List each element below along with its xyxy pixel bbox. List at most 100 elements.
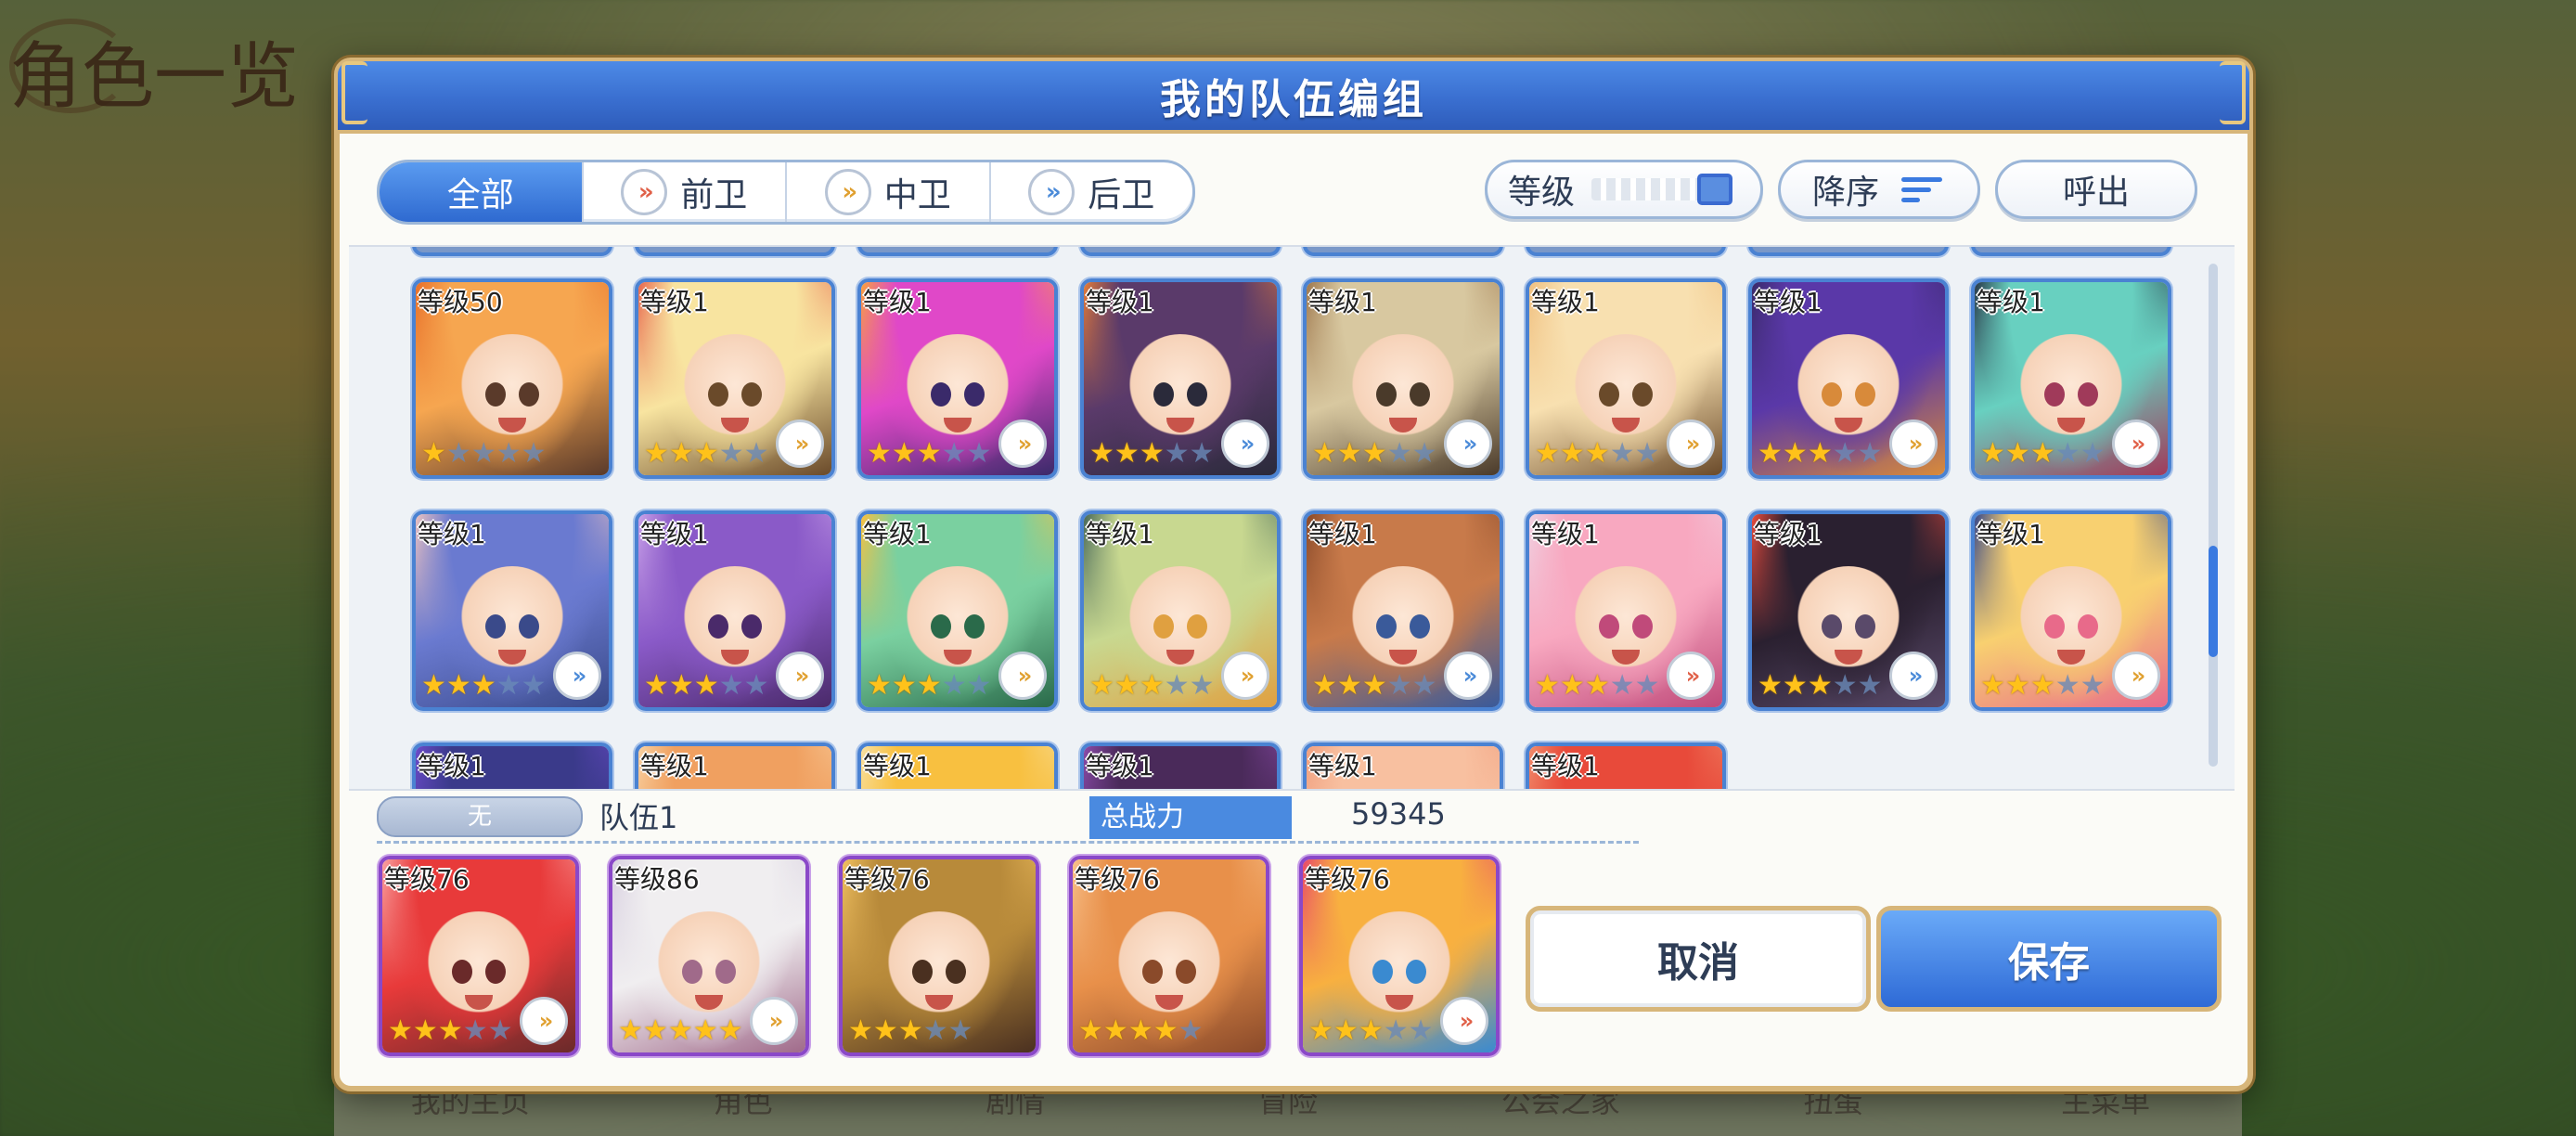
character-card-partial[interactable]: [1748, 247, 1949, 256]
save-button[interactable]: 保存: [1876, 906, 2222, 1012]
star-icon: ★: [1782, 437, 1808, 470]
character-eye: [451, 960, 472, 985]
star-icon: ★: [966, 437, 992, 470]
character-card[interactable]: 等级1 ★ ★ ★ ★ ★»: [1748, 510, 1949, 711]
character-card[interactable]: 等级50 ★ ★ ★ ★ ★: [412, 278, 612, 479]
character-card[interactable]: 等级1: [1303, 742, 1503, 789]
star-icon: ★: [1758, 669, 1783, 702]
character-card-partial[interactable]: [1303, 247, 1503, 256]
tab-back[interactable]: » 后卫: [991, 162, 1193, 222]
front-position-icon: »: [2112, 420, 2160, 468]
character-card[interactable]: 等级1: [1526, 742, 1726, 789]
character-level: 等级1: [1531, 519, 1600, 549]
star-icon: ★: [668, 669, 694, 702]
star-icon: ★: [1336, 669, 1362, 702]
character-card[interactable]: 等级1: [857, 742, 1058, 789]
tab-label: 前卫: [680, 176, 748, 214]
star-icon: ★: [1089, 437, 1114, 470]
sort-by-dropdown[interactable]: 等级: [1485, 160, 1763, 219]
star-icon: ★: [1089, 669, 1114, 702]
character-eye: [911, 960, 933, 985]
team-member-card[interactable]: 等级76 ★ ★ ★ ★ ★: [1069, 856, 1269, 1056]
character-level: 等级1: [863, 751, 932, 781]
star-icon: ★: [2054, 669, 2080, 702]
team-member-card[interactable]: 等级86 ★ ★ ★ ★ ★»: [609, 856, 809, 1056]
character-card[interactable]: 等级1 ★ ★ ★ ★ ★»: [412, 510, 612, 711]
back-position-icon: »: [1221, 420, 1269, 468]
position-filter-tabs: 全部 » 前卫 » 中卫 » 后卫: [377, 160, 1195, 225]
character-card[interactable]: 等级1 ★ ★ ★ ★ ★»: [1748, 278, 1949, 479]
star-rating: ★ ★ ★ ★ ★: [388, 1017, 513, 1045]
character-card-partial[interactable]: [857, 247, 1058, 256]
grid-scrollbar[interactable]: [2209, 264, 2218, 767]
character-grid[interactable]: 等级50 ★ ★ ★ ★ ★ 等级1 ★ ★ ★ ★ ★» 等级1 ★ ★ ★ ★ ★» 等级1 ★ ★ ★ ★ ★» 等级1 ★…: [349, 245, 2235, 791]
character-level: 等级76: [1305, 864, 1390, 895]
character-card[interactable]: 等级1: [412, 742, 612, 789]
character-level: 等级1: [1977, 519, 2045, 549]
team-divider: [377, 841, 1639, 844]
character-card[interactable]: 等级1 ★ ★ ★ ★ ★»: [1080, 510, 1281, 711]
star-icon: ★: [1609, 437, 1635, 470]
character-card[interactable]: 等级1 ★ ★ ★ ★ ★»: [1303, 278, 1503, 479]
team-member-card[interactable]: 等级76 ★ ★ ★ ★ ★: [839, 856, 1039, 1056]
star-icon: ★: [1358, 1014, 1384, 1047]
character-card-partial[interactable]: [412, 247, 612, 256]
character-card[interactable]: 等级1: [635, 742, 835, 789]
tab-all[interactable]: 全部: [380, 162, 584, 222]
mid-position-icon: »: [1667, 420, 1715, 468]
order-label: 降序: [1812, 174, 1880, 212]
character-card[interactable]: 等级1 ★ ★ ★ ★ ★»: [1971, 278, 2171, 479]
character-card[interactable]: 等级1 ★ ★ ★ ★ ★»: [1526, 510, 1726, 711]
star-icon: ★: [1153, 1014, 1179, 1047]
star-icon: ★: [668, 437, 694, 470]
character-card[interactable]: 等级1: [1080, 742, 1281, 789]
character-card[interactable]: 等级1 ★ ★ ★ ★ ★»: [1303, 510, 1503, 711]
star-icon: ★: [1807, 437, 1833, 470]
team-edit-dialog: 我的队伍编组 全部 » 前卫 » 中卫 » 后卫 等级 降序 呼出 等级50 ★…: [334, 58, 2253, 1091]
character-card[interactable]: 等级1 ★ ★ ★ ★ ★»: [857, 278, 1058, 479]
call-team-button[interactable]: 呼出: [1995, 160, 2197, 219]
character-card[interactable]: 等级1 ★ ★ ★ ★ ★»: [857, 510, 1058, 711]
character-card-partial[interactable]: [1526, 247, 1726, 256]
character-card-partial[interactable]: [1971, 247, 2171, 256]
tab-front[interactable]: » 前卫: [584, 162, 787, 222]
team-member-card[interactable]: 等级76 ★ ★ ★ ★ ★»: [1299, 856, 1500, 1056]
sort-order-button[interactable]: 降序: [1778, 160, 1980, 219]
star-icon: ★: [644, 437, 669, 470]
character-level: 等级1: [863, 287, 932, 317]
star-icon: ★: [1312, 437, 1337, 470]
character-eye: [2043, 614, 2065, 639]
team-member-card[interactable]: 等级76 ★ ★ ★ ★ ★»: [379, 856, 579, 1056]
character-card-partial[interactable]: [1080, 247, 1281, 256]
star-icon: ★: [1857, 437, 1883, 470]
star-icon: ★: [667, 1014, 693, 1047]
character-level: 等级1: [1531, 287, 1600, 317]
star-rating: ★ ★ ★ ★ ★: [1078, 1017, 1204, 1045]
mid-position-icon: »: [750, 997, 798, 1045]
star-icon: ★: [1535, 669, 1560, 702]
character-level: 等级1: [1977, 287, 2045, 317]
corner-ornament-icon: [2220, 61, 2246, 124]
cancel-button[interactable]: 取消: [1526, 906, 1871, 1012]
star-icon: ★: [1361, 669, 1387, 702]
character-card-partial[interactable]: [635, 247, 835, 256]
star-icon: ★: [1559, 437, 1585, 470]
star-icon: ★: [521, 669, 547, 702]
mid-position-icon: »: [776, 420, 824, 468]
character-card[interactable]: 等级1 ★ ★ ★ ★ ★»: [1080, 278, 1281, 479]
character-card[interactable]: 等级1 ★ ★ ★ ★ ★»: [1971, 510, 2171, 711]
star-icon: ★: [2080, 437, 2106, 470]
star-icon: ★: [897, 1014, 923, 1047]
grid-scrollbar-thumb[interactable]: [2209, 546, 2218, 657]
total-power-label: 总战力: [1089, 796, 1292, 839]
mid-position-icon: »: [824, 169, 871, 215]
tab-mid[interactable]: » 中卫: [787, 162, 991, 222]
mid-position-icon: »: [520, 997, 568, 1045]
star-icon: ★: [1078, 1014, 1103, 1047]
character-card[interactable]: 等级1 ★ ★ ★ ★ ★»: [1526, 278, 1726, 479]
star-icon: ★: [1312, 669, 1337, 702]
character-card[interactable]: 等级1 ★ ★ ★ ★ ★»: [635, 278, 835, 479]
star-icon: ★: [1333, 1014, 1359, 1047]
star-icon: ★: [1584, 437, 1610, 470]
character-card[interactable]: 等级1 ★ ★ ★ ★ ★»: [635, 510, 835, 711]
